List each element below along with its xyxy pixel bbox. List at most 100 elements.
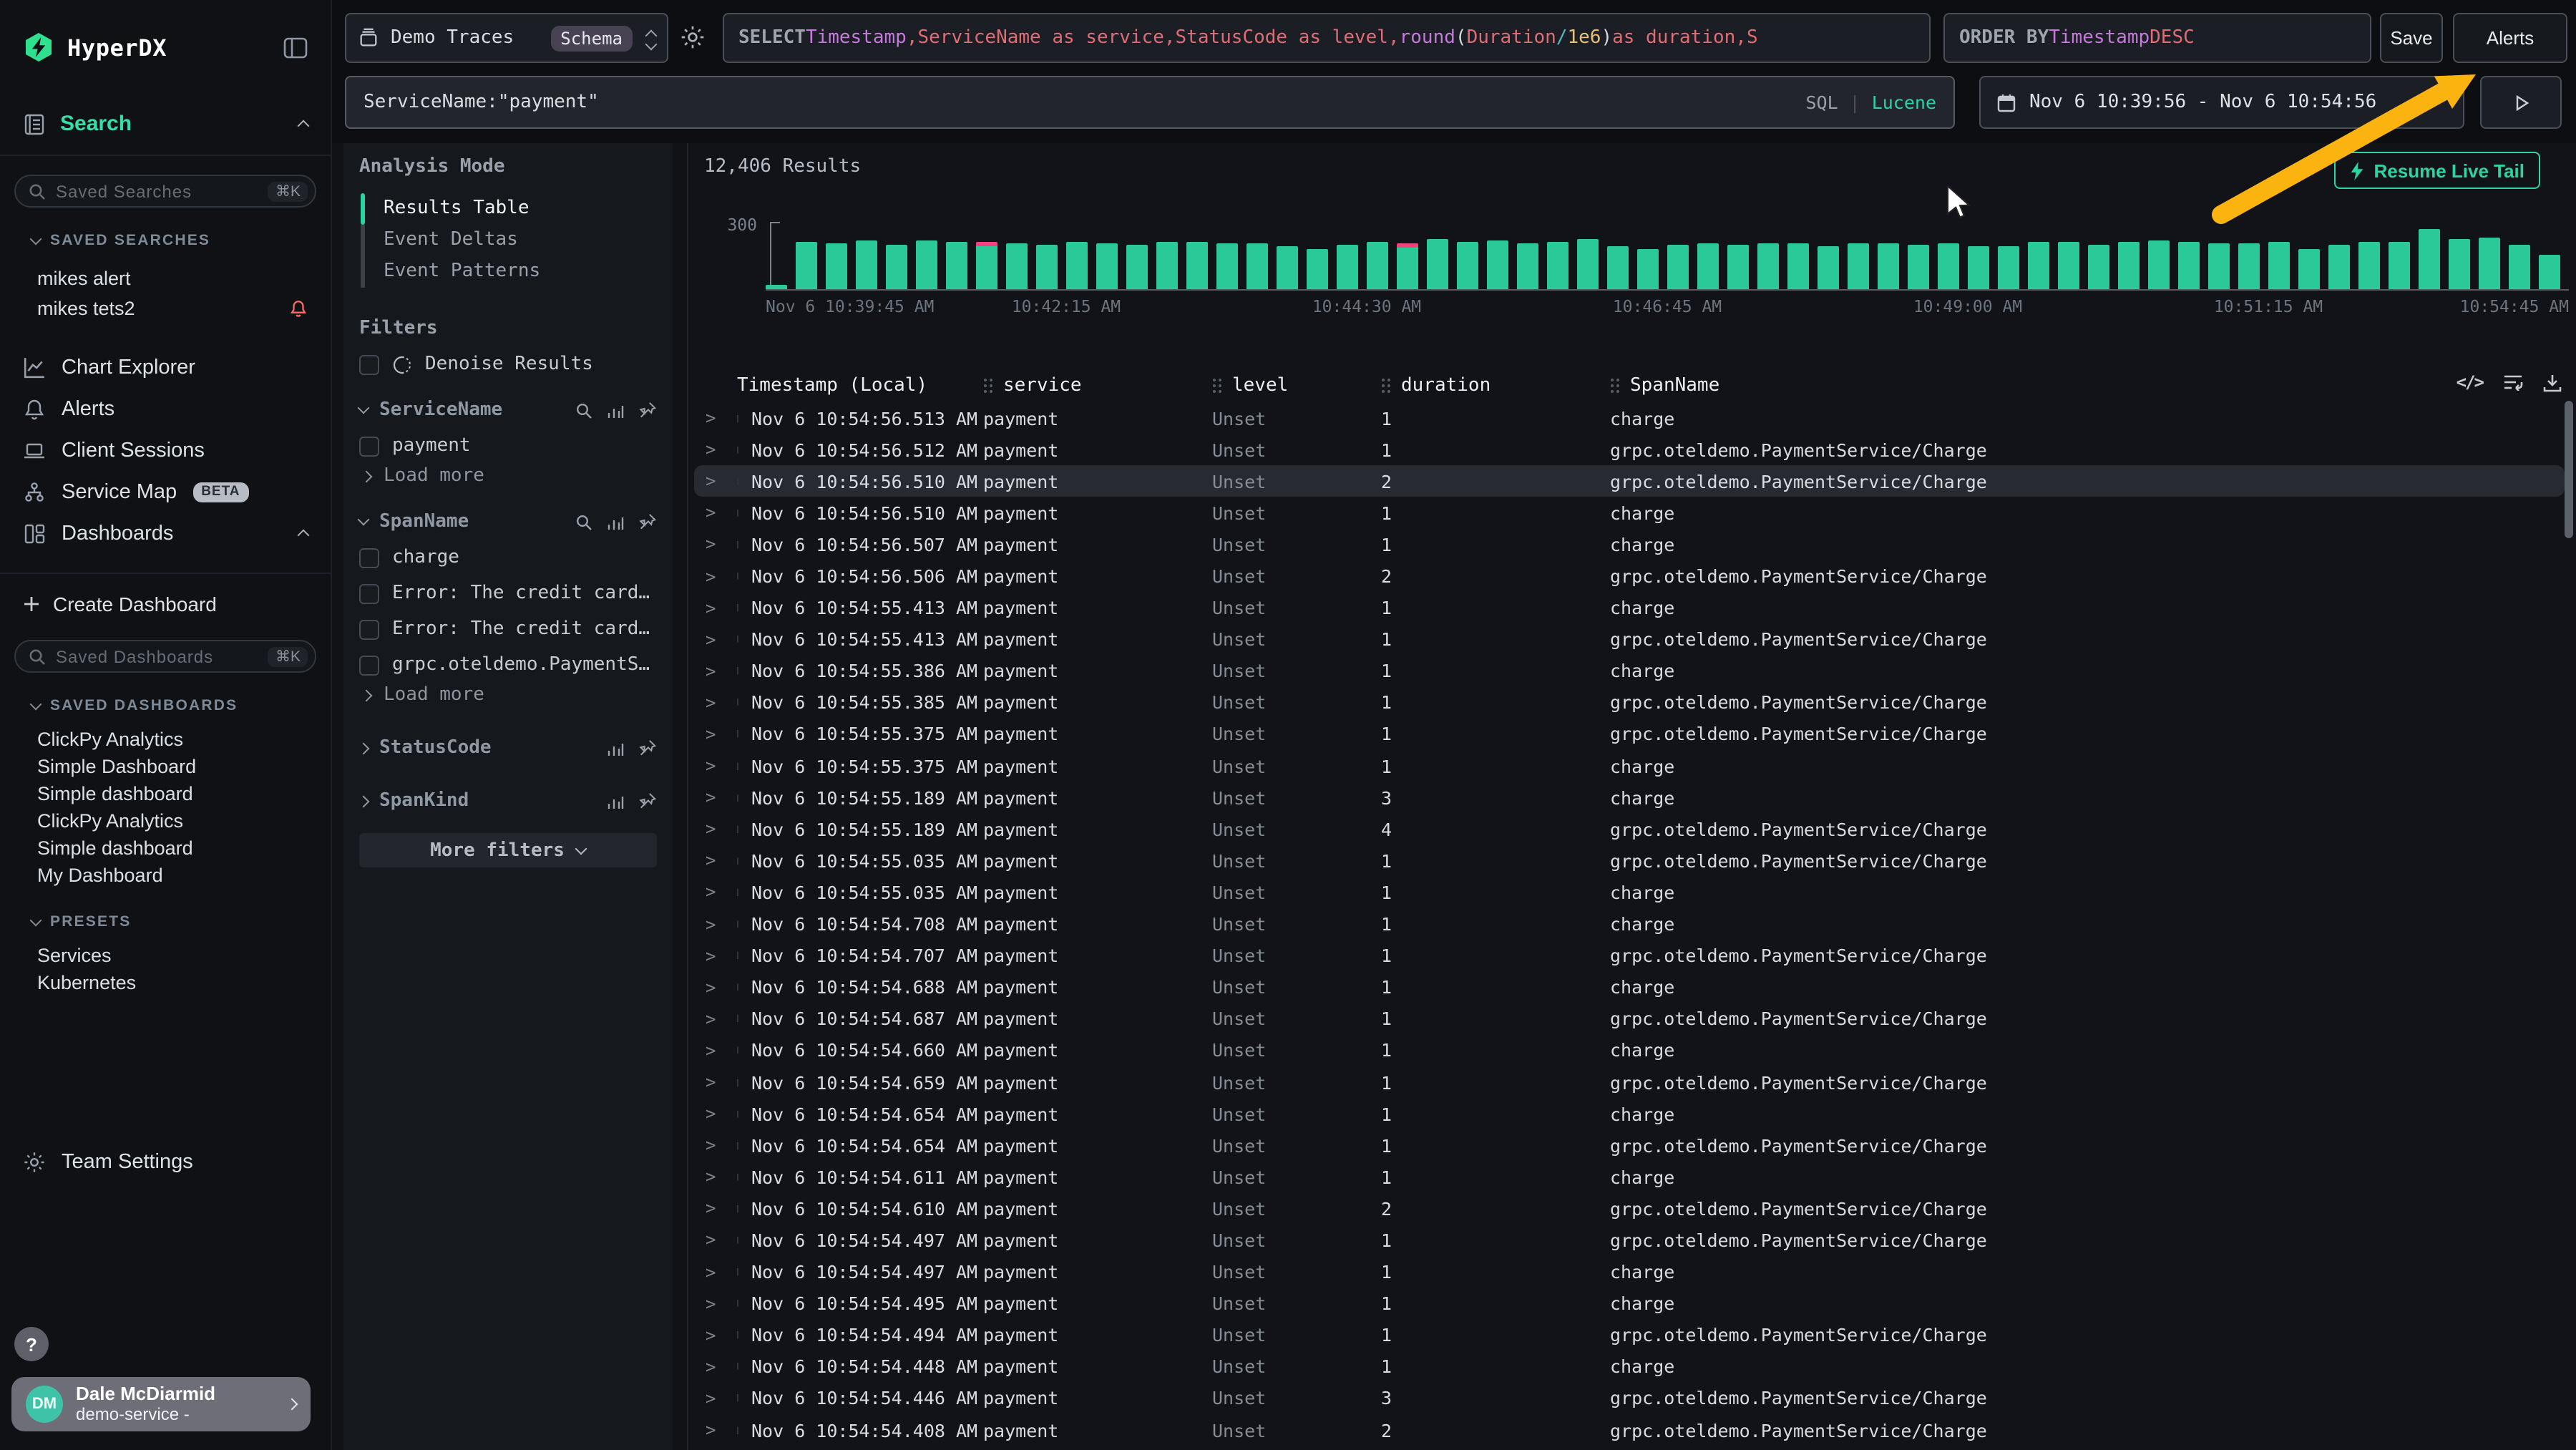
filter-group-servicename[interactable]: ServiceName xyxy=(359,399,657,421)
checkbox[interactable] xyxy=(359,548,379,568)
user-menu[interactable]: DM Dale McDiarmid demo-service - xyxy=(11,1377,311,1431)
dashboard-item[interactable]: Simple dashboard xyxy=(0,835,331,862)
table-row[interactable]: >Nov 6 10:54:55.413 AMpaymentUnset1charg… xyxy=(694,592,2565,623)
table-row[interactable]: >Nov 6 10:54:54.659 AMpaymentUnset1grpc.… xyxy=(694,1066,2565,1098)
histogram-bar[interactable] xyxy=(1246,243,1268,289)
histogram-bar[interactable] xyxy=(1277,246,1298,289)
sql-mode-toggle[interactable]: SQL xyxy=(1805,92,1838,113)
chevron-up-icon[interactable] xyxy=(298,120,310,132)
row-expand-chevron[interactable]: > xyxy=(694,882,737,902)
histogram-bar[interactable] xyxy=(2238,243,2260,289)
checkbox[interactable] xyxy=(359,354,379,374)
histogram-bar[interactable] xyxy=(2208,243,2230,289)
run-query-button[interactable] xyxy=(2480,76,2562,129)
sidebar-item-client-sessions[interactable]: Client Sessions xyxy=(0,429,331,471)
histogram-bar[interactable] xyxy=(1878,243,1899,289)
filter-group-spanname[interactable]: SpanName xyxy=(359,511,657,532)
table-row[interactable]: >Nov 6 10:54:56.512 AMpaymentUnset1grpc.… xyxy=(694,434,2565,465)
histogram-bar[interactable] xyxy=(1607,246,1629,289)
table-row[interactable]: >Nov 6 10:54:55.375 AMpaymentUnset1charg… xyxy=(694,750,2565,782)
row-expand-chevron[interactable]: > xyxy=(694,408,737,428)
histogram-bar[interactable] xyxy=(1216,243,1238,289)
search-icon[interactable] xyxy=(575,402,592,419)
load-more-spanname[interactable]: Load more xyxy=(359,684,657,706)
table-row[interactable]: >Nov 6 10:54:54.497 AMpaymentUnset1grpc.… xyxy=(694,1225,2565,1256)
table-row[interactable]: >Nov 6 10:54:56.507 AMpaymentUnset1charg… xyxy=(694,529,2565,560)
checkbox[interactable] xyxy=(359,436,379,456)
row-expand-chevron[interactable]: > xyxy=(694,945,737,965)
dashboard-item[interactable]: ClickPy Analytics xyxy=(0,726,331,753)
filter-value-error2[interactable]: Error: The credit card … xyxy=(359,618,657,640)
table-row[interactable]: >Nov 6 10:54:54.654 AMpaymentUnset1grpc.… xyxy=(694,1129,2565,1161)
create-dashboard-button[interactable]: Create Dashboard xyxy=(0,587,331,621)
row-expand-chevron[interactable]: > xyxy=(694,598,737,618)
table-row[interactable]: >Nov 6 10:54:54.688 AMpaymentUnset1charg… xyxy=(694,971,2565,1003)
filter-value-grpc[interactable]: grpc.oteldemo.PaymentSe… xyxy=(359,654,657,676)
table-row[interactable]: >Nov 6 10:54:55.385 AMpaymentUnset1grpc.… xyxy=(694,687,2565,719)
preset-item[interactable]: Kubernetes xyxy=(0,969,331,996)
table-row[interactable]: >Nov 6 10:54:54.610 AMpaymentUnset2grpc.… xyxy=(694,1193,2565,1225)
histogram-bar[interactable] xyxy=(2298,249,2320,289)
row-expand-chevron[interactable]: > xyxy=(694,1167,737,1187)
drag-handle-icon[interactable] xyxy=(1212,377,1222,393)
bar-chart-icon[interactable] xyxy=(607,739,624,756)
histogram-bar[interactable] xyxy=(2028,242,2049,289)
histogram-bar[interactable] xyxy=(1667,245,1689,289)
preset-item[interactable]: Services xyxy=(0,942,331,969)
row-expand-chevron[interactable]: > xyxy=(694,439,737,459)
saved-searches-input[interactable]: Saved Searches ⌘K xyxy=(14,175,316,208)
row-expand-chevron[interactable]: > xyxy=(694,914,737,934)
histogram-bar[interactable] xyxy=(1787,243,1809,289)
histogram-bar[interactable] xyxy=(1757,243,1779,289)
saved-search-item[interactable]: mikes tets2 xyxy=(0,293,331,323)
histogram-bar[interactable] xyxy=(1457,242,1478,289)
pin-icon[interactable] xyxy=(638,401,657,419)
help-button[interactable]: ? xyxy=(14,1327,49,1361)
histogram-bar[interactable] xyxy=(946,242,967,289)
denoise-results-toggle[interactable]: Denoise Results xyxy=(359,354,657,375)
checkbox[interactable] xyxy=(359,619,379,639)
table-row[interactable]: >Nov 6 10:54:54.494 AMpaymentUnset1grpc.… xyxy=(694,1319,2565,1351)
sidebar-item-service-map[interactable]: Service Map BETA xyxy=(0,471,331,512)
row-expand-chevron[interactable]: > xyxy=(694,1293,737,1313)
resume-live-tail-button[interactable]: Resume Live Tail xyxy=(2334,152,2541,189)
row-expand-chevron[interactable]: > xyxy=(694,1009,737,1029)
table-row[interactable]: >Nov 6 10:54:55.035 AMpaymentUnset1grpc.… xyxy=(694,845,2565,877)
sql-select-editor[interactable]: SELECT Timestamp, ServiceName as service… xyxy=(723,13,1931,63)
load-more-servicename[interactable]: Load more xyxy=(359,465,657,487)
histogram-bar[interactable] xyxy=(1367,242,1388,289)
histogram-bar[interactable] xyxy=(2449,239,2470,289)
row-expand-chevron[interactable]: > xyxy=(694,503,737,523)
row-expand-chevron[interactable]: > xyxy=(694,1041,737,1061)
filter-group-spankind[interactable]: SpanKind xyxy=(359,790,657,812)
row-expand-chevron[interactable]: > xyxy=(694,787,737,807)
row-expand-chevron[interactable]: > xyxy=(694,535,737,555)
histogram-bar[interactable] xyxy=(976,242,997,289)
sidebar-item-alerts[interactable]: Alerts xyxy=(0,388,331,429)
filter-value-payment[interactable]: payment xyxy=(359,435,657,457)
sidebar-item-dashboards[interactable]: Dashboards xyxy=(0,512,331,554)
bar-chart-icon[interactable] xyxy=(607,513,624,530)
histogram-bar[interactable] xyxy=(2268,242,2290,289)
histogram-bar[interactable] xyxy=(2178,242,2200,289)
histogram-bar[interactable] xyxy=(796,242,817,289)
row-expand-chevron[interactable]: > xyxy=(694,1230,737,1250)
histogram-bar[interactable] xyxy=(1096,243,1118,289)
histogram-bar[interactable] xyxy=(916,240,937,289)
histogram-bar[interactable] xyxy=(1968,246,1989,289)
table-row[interactable]: >Nov 6 10:54:55.189 AMpaymentUnset4grpc.… xyxy=(694,813,2565,845)
pin-icon[interactable] xyxy=(638,792,657,810)
histogram-bar[interactable] xyxy=(1487,240,1508,289)
histogram-bar[interactable] xyxy=(1397,243,1418,289)
col-timestamp[interactable]: Timestamp (Local) xyxy=(737,374,983,396)
table-row[interactable]: >Nov 6 10:54:55.413 AMpaymentUnset1grpc.… xyxy=(694,623,2565,655)
code-view-icon[interactable]: </> xyxy=(2457,372,2483,392)
histogram-bar[interactable] xyxy=(1126,245,1148,289)
save-button[interactable]: Save xyxy=(2380,13,2443,63)
histogram-bar[interactable] xyxy=(1577,239,1599,289)
date-range-picker[interactable]: Nov 6 10:39:56 - Nov 6 10:54:56 xyxy=(1979,76,2464,129)
download-icon[interactable] xyxy=(2543,373,2562,391)
more-filters-button[interactable]: More filters xyxy=(359,833,657,867)
histogram-bar[interactable] xyxy=(2509,245,2530,289)
lucene-mode-toggle[interactable]: Lucene xyxy=(1872,92,1936,113)
